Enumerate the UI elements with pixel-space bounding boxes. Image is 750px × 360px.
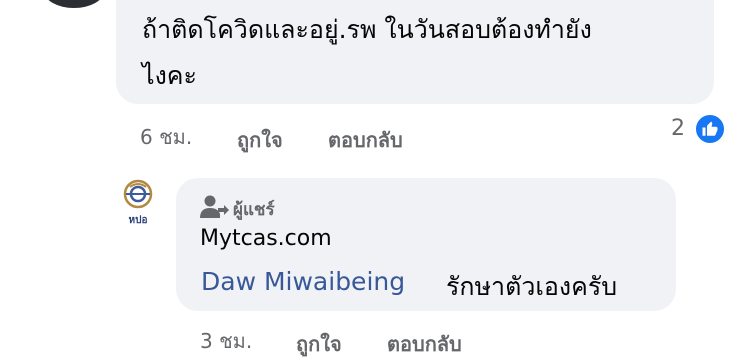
like-button[interactable]: ถูกใจ [237, 124, 283, 156]
thumbs-up-icon[interactable] [694, 113, 726, 145]
comment-text-line-1: ถ้าติดโควิดและอยู่.รพ ในวันสอบต้องทำยัง [142, 15, 592, 44]
comment-text-line-2: ไงคะ [142, 61, 197, 90]
reply-button[interactable]: ตอบกลับ [328, 124, 403, 156]
mention-link[interactable]: Daw Miwaibeing [201, 267, 405, 296]
commenter-avatar[interactable] [44, 0, 104, 8]
reply-like-button[interactable]: ถูกใจ [296, 328, 342, 360]
commenter-name-link[interactable]: Mytcas.com [200, 226, 332, 251]
reply-reply-button[interactable]: ตอบกลับ [387, 328, 462, 360]
avatar-caption: หปอ [129, 214, 148, 226]
reaction-count[interactable]: 2 [671, 116, 685, 141]
comment-timestamp[interactable]: 6 ชม. [140, 121, 192, 153]
sharer-icon [200, 194, 230, 220]
page-logo-avatar[interactable]: หปอ [118, 178, 158, 226]
reply-timestamp[interactable]: 3 ชม. [200, 325, 252, 357]
sharer-label: ผู้แชร์ [233, 200, 275, 220]
reply-text: รักษาตัวเองครับ [446, 272, 618, 301]
